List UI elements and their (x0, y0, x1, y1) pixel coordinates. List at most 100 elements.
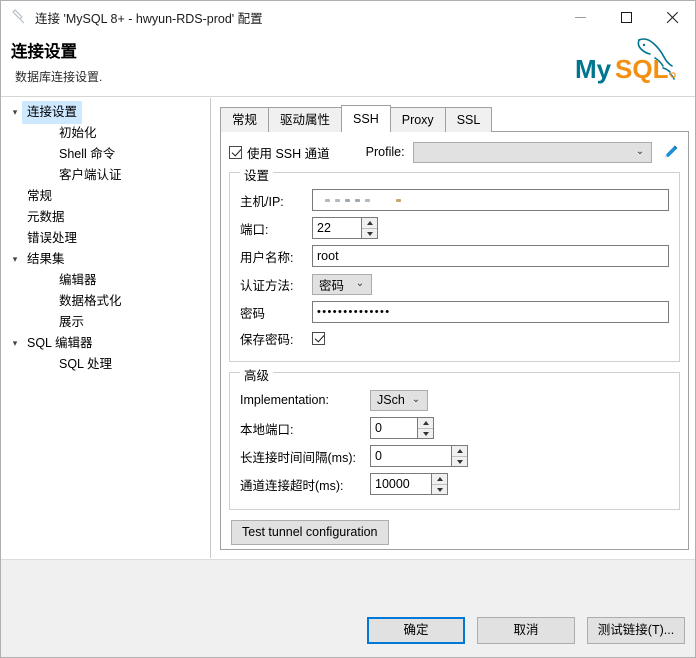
auth-method-value: 密码 (319, 278, 345, 293)
save-password-row: 保存密码: (240, 327, 669, 349)
implementation-select[interactable]: JSch ⌄ (370, 389, 428, 411)
sidebar-item-0[interactable]: ▾ 连接设置 (1, 101, 210, 124)
local-port-increment-button[interactable] (418, 418, 433, 428)
mysql-logo-sql: SQL (615, 54, 669, 84)
sidebar-item-2[interactable]: Shell 命令 (1, 144, 210, 165)
sidebar-item-label: 错误处理 (27, 231, 78, 245)
auth-method-select[interactable]: 密码 ⌄ (312, 273, 372, 295)
username-row: 用户名称: root (240, 243, 669, 269)
mysql-logo-my: My (575, 54, 612, 84)
keepalive-spinner-buttons[interactable] (451, 446, 467, 466)
timeout-spinner-buttons[interactable] (431, 474, 447, 494)
tab-2[interactable]: SSH (341, 105, 391, 132)
sidebar-item-label: 连接设置 (21, 101, 83, 124)
settings-tree[interactable]: ▾ 连接设置 初始化 Shell 命令 客户端认证 常规 元数据 错误处理 ▾ 结果集 编辑器 数据格… (1, 98, 211, 558)
profile-select[interactable]: ⌄ (412, 141, 652, 163)
local-port-spinner-buttons[interactable] (417, 418, 433, 438)
caret-up-icon (366, 221, 373, 225)
password-input[interactable]: •••••••••••••• (312, 301, 669, 323)
keepalive-label: 长连接时间间隔(ms): (240, 450, 356, 465)
test-tunnel-configuration-button[interactable]: Test tunnel configuration (231, 520, 389, 545)
close-icon (666, 11, 679, 24)
host-value-redacted (317, 190, 664, 210)
tab-1[interactable]: 驱动属性 (268, 107, 343, 132)
sidebar-item-label: 编辑器 (59, 273, 97, 287)
maximize-button[interactable] (603, 1, 649, 33)
timeout-decrement-button[interactable] (432, 484, 447, 494)
timeout-stepper[interactable]: 10000 (370, 473, 448, 495)
chevron-down-icon[interactable]: ▾ (7, 333, 23, 354)
connection-icon (12, 9, 25, 24)
chevron-down-icon[interactable]: ▾ (7, 249, 23, 270)
ok-button[interactable]: 确定 (367, 617, 465, 644)
sidebar-item-6[interactable]: 错误处理 (1, 228, 210, 249)
keepalive-row: 长连接时间间隔(ms): 0 (240, 443, 669, 469)
sidebar-item-label: 数据格式化 (59, 294, 122, 308)
profile-label: Profile: (365, 145, 405, 159)
sidebar-item-label: 客户端认证 (59, 168, 122, 182)
local-port-stepper[interactable]: 0 (370, 417, 434, 439)
auth-method-row: 认证方法: 密码 ⌄ (240, 271, 669, 297)
sidebar-item-5[interactable]: 元数据 (1, 207, 210, 228)
port-decrement-button[interactable] (362, 228, 377, 238)
caret-down-icon (366, 231, 373, 236)
tab-0[interactable]: 常规 (220, 107, 270, 132)
auth-method-label: 认证方法: (240, 278, 294, 293)
close-button[interactable] (649, 1, 695, 33)
host-input[interactable] (312, 189, 669, 211)
save-password-checkbox[interactable] (312, 331, 325, 345)
port-increment-button[interactable] (362, 218, 377, 228)
chevron-down-icon: ⌄ (355, 278, 365, 289)
port-stepper[interactable]: 22 (312, 217, 378, 239)
ssh-settings-group: 设置 主机/IP: 端口: 22 用户名称: root 认证方法: 密码 ⌄ 密… (229, 165, 680, 362)
port-value: 22 (317, 221, 331, 235)
tab-4[interactable]: SSL (444, 107, 493, 132)
mysql-logo: My SQL (575, 38, 676, 84)
ssh-settings-group-title: 设置 (240, 165, 274, 184)
minimize-button[interactable] (557, 1, 603, 33)
sidebar-item-12[interactable]: SQL 处理 (1, 354, 210, 375)
sidebar-item-label: SQL 编辑器 (27, 336, 93, 350)
test-connection-button[interactable]: 测试链接(T)... (587, 617, 685, 644)
window-title: 连接 'MySQL 8+ - hwyun-RDS-prod' 配置 (35, 11, 263, 26)
cancel-button[interactable]: 取消 (477, 617, 575, 644)
tab-3[interactable]: Proxy (389, 107, 446, 132)
use-ssh-tunnel-checkbox[interactable] (229, 145, 242, 159)
port-row: 端口: 22 (240, 215, 669, 241)
local-port-value: 0 (375, 421, 382, 435)
ssh-advanced-group: 高级 Implementation: JSch ⌄ 本地端口: 0 长连接时间间… (229, 365, 680, 510)
page-title: 连接设置 (11, 43, 77, 61)
dialog-footer: 确定 取消 测试链接(T)... (1, 559, 695, 657)
sidebar-item-label: 常规 (27, 189, 53, 203)
sidebar-item-8[interactable]: 编辑器 (1, 270, 210, 291)
page-subtitle: 数据库连接设置. (15, 70, 103, 84)
caret-down-icon (436, 487, 443, 492)
pencil-icon[interactable] (662, 143, 680, 161)
port-label: 端口: (240, 222, 269, 237)
sidebar-item-10[interactable]: 展示 (1, 312, 210, 333)
sidebar-item-7[interactable]: ▾ 结果集 (1, 249, 210, 270)
chevron-down-icon[interactable]: ▾ (7, 102, 23, 123)
sidebar-item-label: 元数据 (27, 210, 65, 224)
sidebar-item-11[interactable]: ▾ SQL 编辑器 (1, 333, 210, 354)
ssh-tab-panel: 使用 SSH 通道 Profile: ⌄ 设置 主机/IP: 端口: 22 用户… (220, 132, 689, 550)
maximize-icon (620, 11, 632, 23)
timeout-increment-button[interactable] (432, 474, 447, 484)
sidebar-item-4[interactable]: 常规 (1, 186, 210, 207)
sidebar-item-label: Shell 命令 (59, 147, 116, 161)
local-port-decrement-button[interactable] (418, 428, 433, 438)
sidebar-item-1[interactable]: 初始化 (1, 123, 210, 144)
keepalive-decrement-button[interactable] (452, 456, 467, 466)
caret-up-icon (422, 421, 429, 425)
window-controls (557, 1, 695, 33)
keepalive-stepper[interactable]: 0 (370, 445, 468, 467)
username-input[interactable]: root (312, 245, 669, 267)
tab-strip[interactable]: 常规 驱动属性 SSH Proxy SSL (220, 105, 689, 132)
port-spinner-buttons[interactable] (361, 218, 377, 238)
connection-settings-dialog: 连接 'MySQL 8+ - hwyun-RDS-prod' 配置 连接设置 数… (0, 0, 696, 658)
sidebar-item-3[interactable]: 客户端认证 (1, 165, 210, 186)
sidebar-item-9[interactable]: 数据格式化 (1, 291, 210, 312)
caret-up-icon (436, 477, 443, 481)
keepalive-increment-button[interactable] (452, 446, 467, 456)
local-port-label: 本地端口: (240, 422, 294, 437)
